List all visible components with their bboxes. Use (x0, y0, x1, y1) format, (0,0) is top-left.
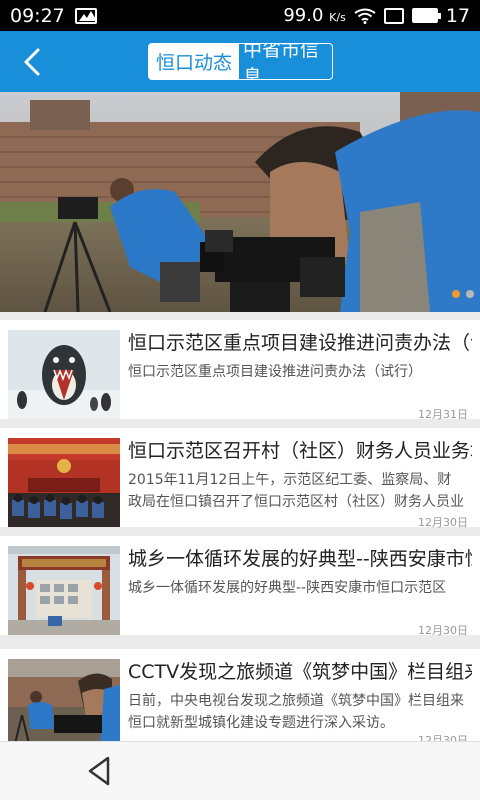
news-thumbnail (8, 546, 120, 635)
status-bar: 09:27 99.0 K/s 17 (0, 0, 480, 31)
news-thumbnail (8, 330, 120, 419)
news-item[interactable]: 恒口示范区召开村（社区）财务人员业务培.. 2015年11月12日上午，示范区纪… (0, 428, 480, 529)
news-title: 城乡一体循环发展的好典型--陕西安康市恒.. (128, 548, 472, 570)
banner-photo (0, 92, 480, 312)
news-date: 12月31日 (418, 408, 468, 421)
app-bar: 恒口动态 中省市信息 (0, 31, 480, 92)
system-navigation-bar (0, 741, 480, 800)
carousel-dot (466, 290, 474, 298)
screen-cast-icon (383, 7, 404, 24)
news-thumbnail (8, 659, 120, 741)
news-date: 12月30日 (418, 516, 468, 529)
news-summary: 日前，中央电视台发现之旅频道《筑梦中国》栏目组来恒口就新型城镇化建设专题进行深入… (128, 693, 464, 731)
wifi-icon (354, 8, 376, 24)
network-speed: 99.0 K/s (283, 5, 346, 26)
battery-icon (411, 8, 441, 23)
nav-back-icon[interactable] (84, 754, 114, 788)
tab-provincial-info[interactable]: 中省市信息 (239, 44, 332, 79)
banner-carousel[interactable] (0, 92, 480, 312)
news-title: 恒口示范区召开村（社区）财务人员业务培.. (128, 440, 472, 462)
news-item[interactable]: 城乡一体循环发展的好典型--陕西安康市恒.. 城乡一体循环发展的好典型--陕西安… (0, 536, 480, 637)
news-title: 恒口示范区重点项目建设推进问责办法（试.. (128, 332, 472, 354)
news-item[interactable]: CCTV发现之旅频道《筑梦中国》栏目组来.. 日前，中央电视台发现之旅频道《筑梦… (0, 649, 480, 747)
carousel-indicator (452, 290, 474, 298)
chevron-left-icon (24, 48, 40, 76)
status-time: 09:27 (10, 4, 65, 27)
news-item[interactable]: 恒口示范区重点项目建设推进问责办法（试.. 恒口示范区重点项目建设推进问责办法（… (0, 320, 480, 421)
tab-hengkou-news[interactable]: 恒口动态 (149, 44, 239, 79)
carousel-dot (452, 290, 460, 298)
section-switcher: 恒口动态 中省市信息 (148, 43, 333, 80)
news-summary: 城乡一体循环发展的好典型--陕西安康市恒口示范区 (128, 580, 447, 596)
news-summary: 2015年11月12日上午，示范区纪工委、监察局、财政局在恒口镇召开了恒口示范区… (128, 472, 464, 510)
battery-level: 17 (445, 4, 470, 27)
back-button[interactable] (14, 45, 50, 79)
news-title: CCTV发现之旅频道《筑梦中国》栏目组来.. (128, 661, 472, 683)
news-summary: 恒口示范区重点项目建设推进问责办法（试行） (128, 364, 422, 380)
news-thumbnail (8, 438, 120, 527)
image-notification-icon (74, 7, 97, 24)
news-date: 12月30日 (418, 624, 468, 637)
